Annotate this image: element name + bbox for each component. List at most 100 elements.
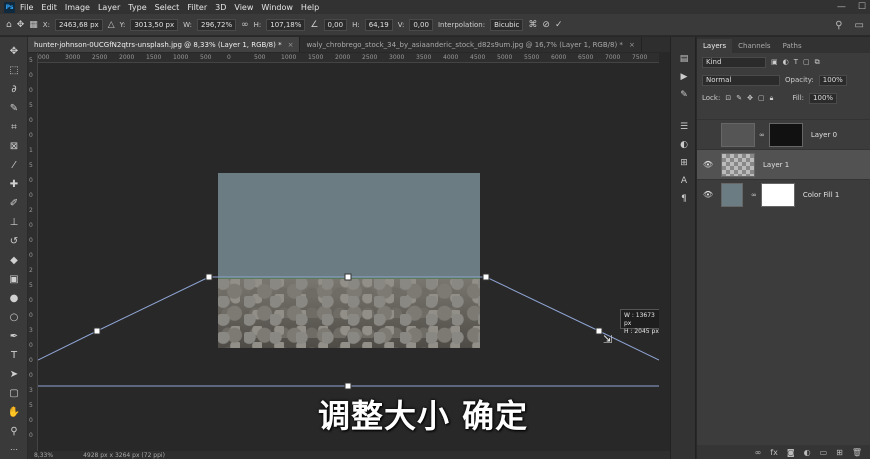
kind-filter-field[interactable]: Kind <box>702 56 766 68</box>
warp-icon[interactable]: ⌘ <box>528 20 537 30</box>
blur-icon[interactable]: ● <box>7 292 21 306</box>
transform-handle[interactable] <box>595 327 603 335</box>
trash-icon[interactable]: 🗑︎ <box>852 448 862 457</box>
workspace-icon[interactable]: ▭ <box>855 20 864 31</box>
y-field[interactable]: 3013,50 px <box>130 18 179 31</box>
transform-handle[interactable] <box>205 273 213 281</box>
filter-type-icon[interactable]: T <box>794 58 798 66</box>
dodge-icon[interactable]: ○ <box>7 311 21 325</box>
layer-row-layer-1[interactable]: 👁︎ Layer 1 <box>697 149 870 179</box>
minimize-icon[interactable]: — <box>837 2 846 12</box>
eye-icon[interactable]: 👁︎ <box>701 160 715 169</box>
stamp-icon[interactable]: ⊥ <box>7 216 21 230</box>
reference-point-icon[interactable]: ▦ <box>29 20 38 30</box>
tab-document-1[interactable]: hunter-johnson-0UCGfN2qtrs-unsplash.jpg … <box>28 37 301 52</box>
filter-adjust-icon[interactable]: ◐ <box>783 58 789 66</box>
history-brush-icon[interactable]: ↺ <box>7 235 21 249</box>
zoom-level[interactable]: 8,33% <box>34 452 53 459</box>
filter-shape-icon[interactable]: ▢ <box>803 58 810 66</box>
filter-smart-icon[interactable]: ⧉ <box>815 58 820 67</box>
menu-window[interactable]: Window <box>261 3 293 12</box>
height-field[interactable]: 107,18% <box>266 18 306 31</box>
search-icon[interactable]: ⚲ <box>835 20 842 31</box>
layer-name[interactable]: Layer 1 <box>763 161 789 169</box>
commit-icon[interactable]: ✓ <box>555 20 563 30</box>
canvas-workspace[interactable]: W : 13673 px H : 2045 px ⇲ 调整大小 确定 <box>38 63 659 451</box>
character-panel-icon[interactable]: A <box>678 175 690 187</box>
fill-field[interactable]: 100% <box>809 92 838 104</box>
hand-icon[interactable]: ✋ <box>7 406 21 420</box>
filter-pixel-icon[interactable]: ▣ <box>771 58 778 66</box>
brush-settings-icon[interactable]: ✎ <box>678 89 690 101</box>
gradient-icon[interactable]: ▣ <box>7 273 21 287</box>
lock-move-icon[interactable]: ✥ <box>747 94 753 102</box>
interpolation-select[interactable]: Bicubic <box>490 18 524 31</box>
close-icon[interactable]: × <box>288 41 294 49</box>
vskew-field[interactable]: 0,00 <box>409 18 433 31</box>
maximize-icon[interactable]: ☐ <box>858 2 866 12</box>
libraries-panel-icon[interactable]: ⊞ <box>678 157 690 169</box>
layer-name[interactable]: Color Fill 1 <box>803 191 840 199</box>
menu-file[interactable]: File <box>20 3 33 12</box>
more-tools-icon[interactable]: … <box>7 441 21 455</box>
paragraph-panel-icon[interactable]: ¶ <box>678 193 690 205</box>
layer-name[interactable]: Layer 0 <box>811 131 837 139</box>
shape-icon[interactable]: ▢ <box>7 387 21 401</box>
actions-panel-icon[interactable]: ▶ <box>678 71 690 83</box>
adjustments-panel-icon[interactable]: ◐ <box>678 139 690 151</box>
path-select-icon[interactable]: ➤ <box>7 368 21 382</box>
lasso-icon[interactable]: ∂ <box>7 83 21 97</box>
lock-pixels-icon[interactable]: ⊡ <box>725 94 731 102</box>
eyedropper-icon[interactable]: ⁄ <box>7 159 21 173</box>
quick-select-icon[interactable]: ✎ <box>7 102 21 116</box>
tab-paths[interactable]: Paths <box>777 39 808 53</box>
triangle-icon[interactable]: △ <box>108 20 115 30</box>
link-icon[interactable]: ∞ <box>241 20 249 30</box>
transform-handle[interactable] <box>93 327 101 335</box>
tab-document-2[interactable]: waly_chrobrego_stock_34_by_asiaanderic_s… <box>300 37 642 52</box>
healing-icon[interactable]: ✚ <box>7 178 21 192</box>
transform-handle[interactable] <box>482 273 490 281</box>
hskew-field[interactable]: 64,19 <box>364 18 393 31</box>
add-mask-icon[interactable]: ◙ <box>787 448 795 457</box>
fx-icon[interactable]: fx <box>770 448 778 457</box>
menu-select[interactable]: Select <box>155 3 180 12</box>
marquee-icon[interactable]: ⬚ <box>7 64 21 78</box>
crop-icon[interactable]: ⌗ <box>7 121 21 135</box>
width-field[interactable]: 296,72% <box>196 18 237 31</box>
lock-all-icon[interactable]: 🔒︎ <box>770 94 774 103</box>
menu-help[interactable]: Help <box>301 3 319 12</box>
menu-type[interactable]: Type <box>128 3 146 12</box>
angle-field[interactable]: 0,00 <box>323 18 348 31</box>
history-panel-icon[interactable]: ▤ <box>678 53 690 65</box>
new-layer-icon[interactable]: ⊞ <box>836 448 843 457</box>
tab-layers[interactable]: Layers <box>697 39 733 53</box>
lock-paint-icon[interactable]: ✎ <box>736 94 742 102</box>
tab-channels[interactable]: Channels <box>732 39 776 53</box>
properties-panel-icon[interactable]: ☰ <box>678 121 690 133</box>
blend-mode-select[interactable]: Normal <box>702 74 780 86</box>
type-icon[interactable]: T <box>7 349 21 363</box>
new-group-icon[interactable]: ▭ <box>820 448 828 457</box>
link-layers-icon[interactable]: ∞ <box>755 448 762 457</box>
zoom-icon[interactable]: ⚲ <box>7 425 21 439</box>
menu-edit[interactable]: Edit <box>41 3 57 12</box>
pen-icon[interactable]: ✒ <box>7 330 21 344</box>
brush-icon[interactable]: ✐ <box>7 197 21 211</box>
menu-view[interactable]: View <box>234 3 253 12</box>
lock-artboard-icon[interactable]: ▢ <box>758 94 765 102</box>
menu-layer[interactable]: Layer <box>98 3 120 12</box>
frame-icon[interactable]: ⊠ <box>7 140 21 154</box>
layer-row-color-fill-1[interactable]: 👁︎ ∞ Color Fill 1 <box>697 179 870 209</box>
eye-icon[interactable]: 👁︎ <box>701 190 715 199</box>
menu-3d[interactable]: 3D <box>215 3 226 12</box>
eraser-icon[interactable]: ◆ <box>7 254 21 268</box>
menu-filter[interactable]: Filter <box>187 3 207 12</box>
layer-mask-thumbnail[interactable] <box>768 122 803 147</box>
opacity-field[interactable]: 100% <box>818 74 847 86</box>
menu-image[interactable]: Image <box>65 3 90 12</box>
x-field[interactable]: 2463,68 px <box>54 18 103 31</box>
close-icon[interactable]: × <box>629 41 635 49</box>
move-tool-icon[interactable]: ✥ <box>17 20 25 30</box>
layer-mask-thumbnail[interactable] <box>760 182 795 207</box>
